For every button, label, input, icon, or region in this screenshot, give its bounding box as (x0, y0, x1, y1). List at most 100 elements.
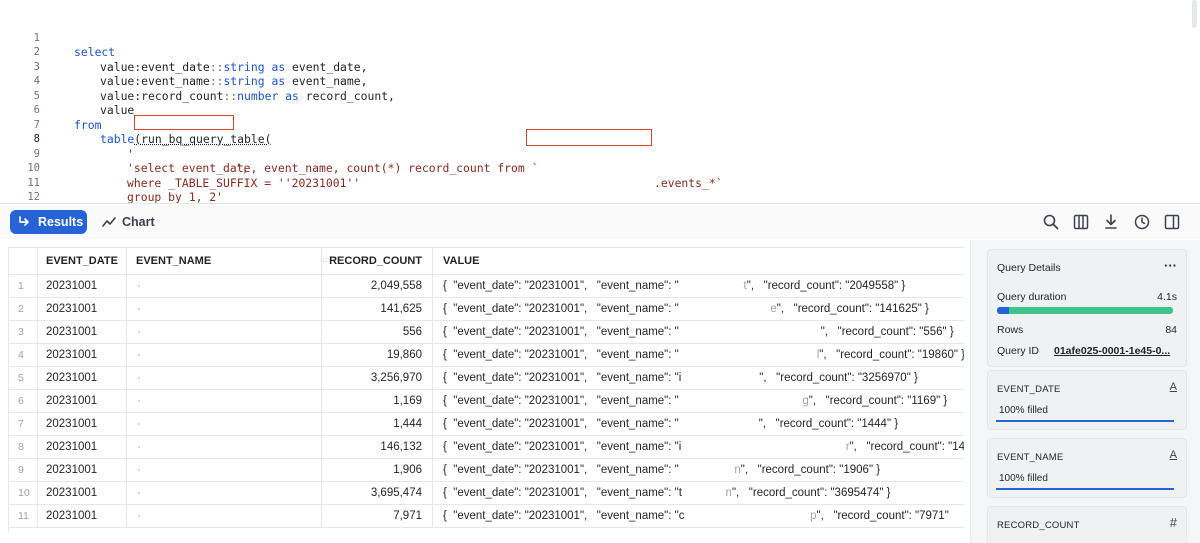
table-row[interactable]: 3 20231001 556 { "event_date": "20231001", … (9, 321, 964, 344)
cell-value[interactable]: { "event_date": "20231001", "event_name"… (433, 344, 964, 366)
row-index: 3 (9, 321, 38, 343)
row-index: 10 (9, 482, 38, 504)
header-event-name[interactable]: EVENT_NAME (127, 248, 322, 274)
tab-chart-label: Chart (122, 215, 155, 229)
cell-record-count[interactable]: 1,906 (322, 459, 433, 481)
table-row[interactable]: 10 20231001 3,695,474 { "event_date": "2023… (9, 482, 964, 505)
cell-event-name[interactable] (127, 275, 322, 297)
cell-event-name[interactable] (127, 367, 322, 389)
cell-value[interactable]: { "event_date": "20231001", "event_name"… (433, 482, 964, 504)
header-value[interactable]: VALUE (433, 248, 964, 274)
cell-record-count[interactable]: 3,256,970 (322, 367, 433, 389)
query-duration-bar (997, 307, 1173, 314)
column-card-record-count[interactable]: RECORD_COUNT # (987, 506, 1187, 543)
cell-event-date[interactable]: 20231001 (38, 321, 127, 343)
table-row[interactable]: 6 20231001 1,169 { "event_date": "20231001"… (9, 390, 964, 413)
cell-record-count[interactable]: 7,971 (322, 505, 433, 527)
redaction-box (526, 129, 652, 146)
download-icon[interactable] (1102, 213, 1120, 231)
cell-value[interactable]: { "event_date": "20231001", "event_name"… (433, 413, 964, 435)
value-json-end: ", "record_count": "3695474" } (731, 487, 891, 499)
cell-event-date[interactable]: 20231001 (38, 275, 127, 297)
table-row[interactable]: 2 20231001 141,625 { "event_date": "2023100… (9, 298, 964, 321)
text-type-icon: A (1169, 381, 1177, 393)
tab-chart[interactable]: Chart (102, 210, 155, 234)
code-line: 6 from (0, 89, 1190, 132)
cell-value[interactable]: { "event_date": "20231001", "event_name"… (433, 275, 964, 297)
code-line: 4 value:record_count::number as record_c… (0, 60, 1190, 103)
cell-record-count[interactable]: 146,132 (322, 436, 433, 458)
column-drag-handle[interactable]: ·· (322, 256, 328, 266)
cell-record-count[interactable]: 1,169 (322, 390, 433, 412)
query-id-link[interactable]: 01afe025-0001-1e45-0... (1054, 345, 1179, 357)
cell-event-date[interactable]: 20231001 (38, 436, 127, 458)
cell-record-count[interactable]: 141,625 (322, 298, 433, 320)
value-redacted-gap: l (816, 349, 820, 361)
cell-event-date[interactable]: 20231001 (38, 505, 127, 527)
redacted-text (138, 331, 140, 333)
cell-event-name[interactable] (127, 505, 322, 527)
cell-event-date[interactable]: 20231001 (38, 413, 127, 435)
search-icon[interactable] (1042, 213, 1060, 231)
cell-value[interactable]: { "event_date": "20231001", "event_name"… (433, 321, 964, 343)
table-row[interactable]: 5 20231001 3,256,970 { "event_date": "20231… (9, 367, 964, 390)
table-row[interactable]: 4 20231001 19,860 { "event_date": "20231001… (9, 344, 964, 367)
redacted-text (138, 423, 140, 425)
cell-record-count[interactable]: 2,049,558 (322, 275, 433, 297)
column-card-event-date[interactable]: EVENT_DATE A 100% filled (987, 370, 1187, 430)
cell-event-name[interactable] (127, 390, 322, 412)
table-row[interactable]: 8 20231001 146,132 { "event_date": "2023100… (9, 436, 964, 459)
table-row[interactable]: 7 20231001 1,444 { "event_date": "20231001"… (9, 413, 964, 436)
results-grid[interactable]: EVENT_DATE EVENT_NAME ·· RECORD_COUNT VAL… (8, 247, 964, 533)
cell-event-name[interactable] (127, 459, 322, 481)
cell-record-count[interactable]: 1,444 (322, 413, 433, 435)
columns-icon[interactable] (1072, 213, 1090, 231)
cell-record-count[interactable]: 19,860 (322, 344, 433, 366)
cell-event-name[interactable] (127, 413, 322, 435)
redacted-text (138, 377, 140, 379)
fill-rate-text: 100% filled (999, 405, 1048, 416)
more-icon[interactable]: ··· (1164, 258, 1177, 273)
sql-editor[interactable]: 1 select 2 value:event_date::string as e… (0, 0, 1200, 203)
value-json-end: ", "record_count": "14 (849, 441, 964, 453)
cell-value[interactable]: { "event_date": "20231001", "event_name"… (433, 367, 964, 389)
header-record-count[interactable]: ·· RECORD_COUNT (322, 248, 433, 274)
cell-event-name[interactable] (127, 482, 322, 504)
value-json-start: { "event_date": "20231001", "event_name"… (443, 510, 685, 522)
value-json-start: { "event_date": "20231001", "event_name"… (443, 280, 679, 292)
row-index: 6 (9, 390, 38, 412)
table-row[interactable]: 11 20231001 7,971 { "event_date": "20231001… (9, 505, 964, 528)
header-index (9, 248, 38, 274)
cell-event-date[interactable]: 20231001 (38, 482, 127, 504)
cell-value[interactable]: { "event_date": "20231001", "event_name"… (433, 459, 964, 481)
cell-value[interactable]: { "event_date": "20231001", "event_name"… (433, 436, 964, 458)
history-icon[interactable] (1133, 213, 1151, 231)
cell-event-name[interactable] (127, 344, 322, 366)
cell-value[interactable]: { "event_date": "20231001", "event_name"… (433, 390, 964, 412)
table-row[interactable]: 9 20231001 1,906 { "event_date": "20231001"… (9, 459, 964, 482)
sidebar-toggle-icon[interactable] (1163, 213, 1181, 231)
value-json-end: ", "record_count": "556" } (820, 326, 954, 338)
cell-record-count[interactable]: 3,695,474 (322, 482, 433, 504)
cell-event-date[interactable]: 20231001 (38, 344, 127, 366)
header-event-date[interactable]: EVENT_DATE (38, 248, 127, 274)
column-card-event-name[interactable]: EVENT_NAME A 100% filled (987, 438, 1187, 498)
cell-record-count[interactable]: 556 (322, 321, 433, 343)
cell-event-date[interactable]: 20231001 (38, 298, 127, 320)
cell-event-date[interactable]: 20231001 (38, 390, 127, 412)
cell-event-date[interactable]: 20231001 (38, 367, 127, 389)
rows-label: Rows (997, 324, 1024, 336)
cell-event-name[interactable] (127, 298, 322, 320)
value-json-end: ", "record_count": "7971" (816, 510, 949, 522)
value-redacted-gap: p (810, 510, 817, 522)
cell-event-date[interactable]: 20231001 (38, 459, 127, 481)
table-row[interactable]: 1 20231001 2,049,558 { "event_date": "20231… (9, 275, 964, 298)
cell-value[interactable]: { "event_date": "20231001", "event_name"… (433, 505, 964, 527)
cell-value[interactable]: { "event_date": "20231001", "event_name"… (433, 298, 964, 320)
cell-event-name[interactable] (127, 436, 322, 458)
cell-event-name[interactable] (127, 321, 322, 343)
editor-scrollbar[interactable] (1192, 0, 1197, 28)
value-json-start: { "event_date": "20231001", "event_name"… (443, 395, 679, 407)
tab-results[interactable]: Results (10, 210, 87, 234)
query-duration-value: 4.1s (1157, 291, 1177, 303)
